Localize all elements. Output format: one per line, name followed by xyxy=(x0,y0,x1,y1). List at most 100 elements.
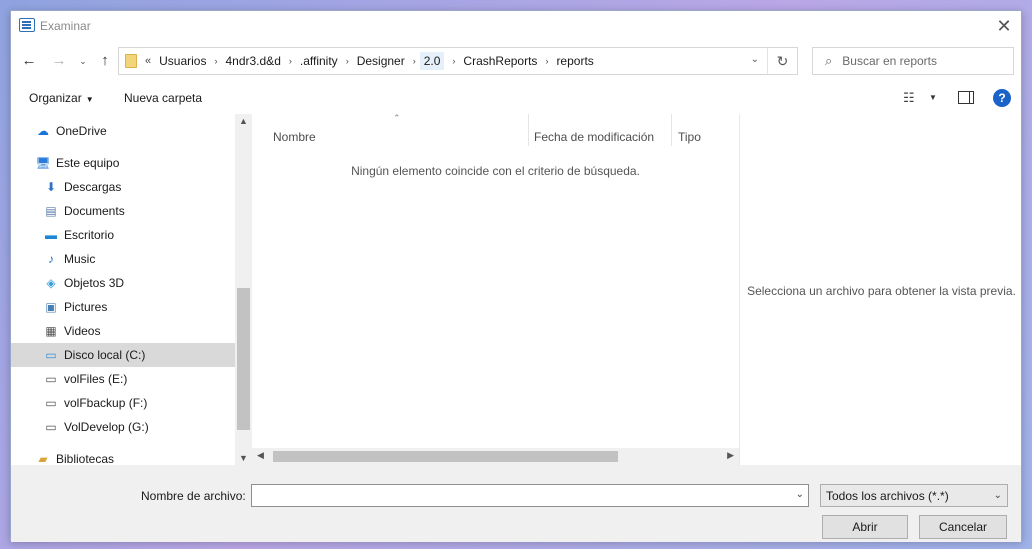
music-icon: ♪ xyxy=(48,252,54,266)
recent-locations-chevron-icon[interactable]: ⌄ xyxy=(73,51,93,71)
sidebar-item-libraries[interactable]: ▰ Bibliotecas xyxy=(11,447,235,465)
search-box[interactable]: ⌕ xyxy=(812,47,1014,75)
scrollbar-thumb[interactable] xyxy=(237,288,250,430)
column-header-name[interactable]: Nombre xyxy=(273,130,316,162)
column-header-type[interactable]: Tipo xyxy=(678,130,701,162)
sidebar-item-label: Music xyxy=(64,252,96,266)
forward-arrow-icon[interactable]: → xyxy=(49,51,69,71)
sidebar-item-label: Pictures xyxy=(64,300,108,314)
preview-message: Selecciona un archivo para obtener la vi… xyxy=(747,284,1016,298)
scroll-left-icon[interactable]: ◀ xyxy=(257,450,264,461)
breadcrumb-affinity[interactable]: .affinity xyxy=(300,54,338,68)
sidebar-item-label: OneDrive xyxy=(56,124,107,138)
column-divider[interactable] xyxy=(671,114,672,146)
sidebar-item-computer[interactable]: 🖥 Este equipo xyxy=(11,151,235,175)
filename-input[interactable] xyxy=(252,485,782,506)
filename-dropdown-icon[interactable]: ⌄ xyxy=(796,489,804,500)
libraries-icon: ▰ xyxy=(38,452,48,465)
scroll-right-icon[interactable]: ▶ xyxy=(727,450,734,461)
sidebar-item-videos[interactable]: ▦ Videos xyxy=(11,319,235,343)
breadcrumb-separator-icon[interactable]: › xyxy=(289,56,292,66)
close-button[interactable]: ✕ xyxy=(993,15,1015,37)
back-arrow-icon[interactable]: ← xyxy=(19,51,39,71)
breadcrumb-separator-icon[interactable]: › xyxy=(452,56,455,66)
sidebar-item-drive-c[interactable]: ▭ Disco local (C:) xyxy=(11,343,235,367)
sidebar-item-drive-e[interactable]: ▭ volFiles (E:) xyxy=(11,367,235,391)
command-toolbar: Organizar ▼ Nueva carpeta ☷ ▼ ? xyxy=(11,85,1021,111)
sidebar-item-label: Objetos 3D xyxy=(64,276,125,290)
sidebar-item-label: VolDevelop (G:) xyxy=(64,420,149,434)
open-button[interactable]: Abrir xyxy=(822,515,908,539)
file-type-filter-select[interactable]: Todos los archivos (*.*) ⌄ xyxy=(820,484,1008,507)
breadcrumb-user[interactable]: 4ndr3.d&d xyxy=(225,54,280,68)
app-icon xyxy=(19,18,35,32)
refresh-icon[interactable]: ↻ xyxy=(767,48,797,74)
desktop-icon: ▬ xyxy=(45,228,57,242)
drive-e-icon: ▭ xyxy=(45,372,57,386)
sidebar-item-pictures[interactable]: ▣ Pictures xyxy=(11,295,235,319)
breadcrumb-separator-icon[interactable]: › xyxy=(214,56,217,66)
sidebar-item-label: volFbackup (F:) xyxy=(64,396,148,410)
overflow-chevron-icon[interactable]: « xyxy=(145,55,151,67)
computer-icon: 🖥 xyxy=(35,156,51,170)
sidebar-item-music[interactable]: ♪ Music xyxy=(11,247,235,271)
sidebar-item-onedrive[interactable]: ☁ OneDrive xyxy=(11,119,235,143)
preview-pane-toggle-icon[interactable] xyxy=(958,91,974,104)
breadcrumb-separator-icon[interactable]: › xyxy=(413,56,416,66)
scroll-down-icon[interactable]: ▼ xyxy=(235,453,252,463)
column-divider[interactable] xyxy=(528,114,529,146)
address-dropdown-icon[interactable]: ⌄ xyxy=(751,54,759,65)
breadcrumb-separator-icon[interactable]: › xyxy=(346,56,349,66)
sidebar-item-documents[interactable]: ▤ Documents xyxy=(11,199,235,223)
file-list-horizontal-scrollbar[interactable]: ◀ ▶ xyxy=(252,448,739,465)
sidebar-item-label: Bibliotecas xyxy=(56,452,115,465)
filename-combobox[interactable]: ⌄ xyxy=(251,484,809,507)
drive-g-icon: ▭ xyxy=(45,420,57,434)
file-list-pane: ⌃ Nombre Fecha de modificación Tipo Ning… xyxy=(252,113,739,465)
dialog-footer: Nombre de archivo: ⌄ Todos los archivos … xyxy=(11,465,1021,542)
sidebar-item-drive-g[interactable]: ▭ VolDevelop (G:) xyxy=(11,415,235,439)
navigation-bar: ← → ⌄ ↑ « Usuarios › 4ndr3.d&d › .affini… xyxy=(11,47,1021,77)
breadcrumb-usuarios[interactable]: Usuarios xyxy=(159,54,206,68)
documents-icon: ▤ xyxy=(45,204,57,218)
new-folder-button[interactable]: Nueva carpeta xyxy=(124,91,202,105)
scrollbar-thumb[interactable] xyxy=(273,451,618,462)
filename-label: Nombre de archivo: xyxy=(141,489,246,503)
drive-f-icon: ▭ xyxy=(45,396,57,410)
sidebar-item-label: Escritorio xyxy=(64,228,115,242)
file-type-filter-value: Todos los archivos (*.*) xyxy=(826,489,949,503)
sidebar-item-desktop[interactable]: ▬ Escritorio xyxy=(11,223,235,247)
cancel-button[interactable]: Cancelar xyxy=(919,515,1007,539)
sidebar-item-downloads[interactable]: ⬇ Descargas xyxy=(11,175,235,199)
sidebar-item-drive-f[interactable]: ▭ volFbackup (F:) xyxy=(11,391,235,415)
sidebar-item-label: Documents xyxy=(64,204,125,218)
preview-pane: Selecciona un archivo para obtener la vi… xyxy=(740,114,1023,465)
view-options-caret-icon[interactable]: ▼ xyxy=(929,93,937,102)
organize-label: Organizar xyxy=(29,91,82,105)
videos-icon: ▦ xyxy=(45,324,57,338)
breadcrumb-designer[interactable]: Designer xyxy=(357,54,405,68)
file-type-dropdown-icon: ⌄ xyxy=(993,490,1002,501)
breadcrumb-version[interactable]: 2.0 xyxy=(419,52,445,70)
navigation-pane-scrollbar[interactable]: ▲ ▼ xyxy=(235,114,252,465)
address-bar[interactable]: « Usuarios › 4ndr3.d&d › .affinity › Des… xyxy=(118,47,798,75)
organize-menu-button[interactable]: Organizar ▼ xyxy=(29,91,94,105)
breadcrumb-reports[interactable]: reports xyxy=(556,54,593,68)
downloads-icon: ⬇ xyxy=(45,180,57,194)
sidebar-item-label: Este equipo xyxy=(56,156,120,170)
breadcrumb-crashreports[interactable]: CrashReports xyxy=(463,54,537,68)
breadcrumb-separator-icon[interactable]: › xyxy=(545,56,548,66)
scroll-up-icon[interactable]: ▲ xyxy=(235,116,252,126)
view-options-icon[interactable]: ☷ xyxy=(903,90,915,106)
organize-caret-icon: ▼ xyxy=(85,95,94,104)
onedrive-icon: ☁ xyxy=(37,124,49,138)
column-header-date-modified[interactable]: Fecha de modificación xyxy=(534,130,654,162)
help-icon[interactable]: ? xyxy=(993,89,1011,107)
search-input[interactable] xyxy=(842,54,1003,68)
sidebar-item-label: Descargas xyxy=(64,180,122,194)
sort-ascending-icon: ⌃ xyxy=(393,113,401,123)
search-icon: ⌕ xyxy=(825,53,833,68)
title-bar: Examinar ✕ xyxy=(11,11,1021,41)
up-arrow-icon[interactable]: ↑ xyxy=(95,51,115,71)
sidebar-item-objects-3d[interactable]: ◈ Objetos 3D xyxy=(11,271,235,295)
